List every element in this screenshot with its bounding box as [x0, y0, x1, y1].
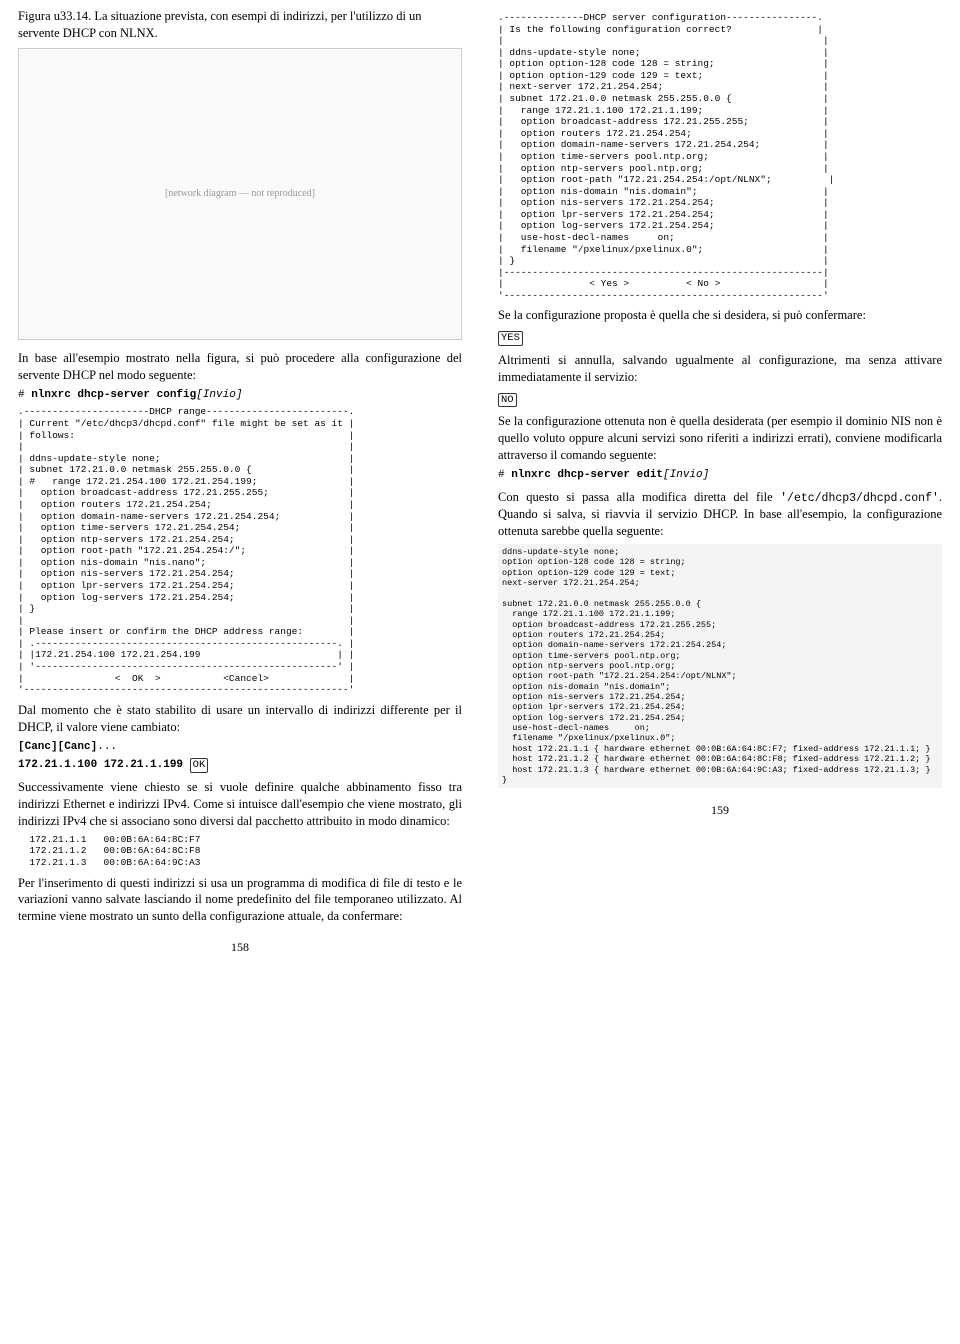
- dhcp-range-dialog: .----------------------DHCP range-------…: [18, 406, 462, 695]
- command-range: 172.21.1.100 172.21.1.199 OK: [18, 758, 462, 773]
- diagram-label: [network diagram — not reproduced]: [165, 187, 315, 201]
- sent-a: Con questo si passa alla modifica dirett…: [498, 490, 780, 504]
- command-line-edit: # nlnxrc dhcp-server edit[Invio]: [498, 468, 942, 483]
- para-file: Con questo si passa alla modifica dirett…: [498, 489, 942, 540]
- para-mac: Successivamente viene chiesto se si vuol…: [18, 779, 462, 830]
- prompt-hash-2: #: [498, 469, 511, 481]
- para-intro: In base all'esempio mostrato nella figur…: [18, 350, 462, 384]
- para-yes: Se la configurazione proposta è quella c…: [498, 307, 942, 324]
- left-column: Figura u33.14. La situazione prevista, c…: [0, 0, 480, 975]
- ok-key: OK: [190, 758, 209, 773]
- figure-caption: Figura u33.14. La situazione prevista, c…: [18, 8, 462, 42]
- command-line-1: # nlnxrc dhcp-server config[Invio]: [18, 388, 462, 403]
- para-no: Altrimenti si annulla, salvando ugualmen…: [498, 352, 942, 386]
- cmd1-text: nlnxrc dhcp-server config: [31, 389, 196, 401]
- ellipsis: ...: [97, 741, 117, 753]
- prompt-hash: #: [18, 389, 31, 401]
- mac-table: 172.21.1.1 00:0B:6A:64:8C:F7 172.21.1.2 …: [18, 834, 462, 869]
- dhcp-confirm-dialog: .--------------DHCP server configuration…: [498, 12, 942, 301]
- file-path: '/etc/dhcp3/dhcpd.conf': [780, 492, 939, 505]
- network-diagram: [network diagram — not reproduced]: [18, 48, 462, 340]
- cmd3-text: nlnxrc dhcp-server edit: [511, 469, 663, 481]
- right-column: .--------------DHCP server configuration…: [480, 0, 960, 975]
- para-edit: Se la configurazione ottenuta non è quel…: [498, 413, 942, 464]
- command-canc: [Canc][Canc]...: [18, 740, 462, 755]
- range-text: 172.21.1.100 172.21.1.199: [18, 759, 183, 771]
- page-number-right: 159: [498, 802, 942, 818]
- para-confirm: Per l'inserimento di questi indirizzi si…: [18, 875, 462, 926]
- yes-key: YES: [498, 331, 523, 346]
- para-change: Dal momento che è stato stabilito di usa…: [18, 702, 462, 736]
- page-number-left: 158: [18, 939, 462, 955]
- final-config-listing: ddns-update-style none; option option-12…: [498, 544, 942, 788]
- invio-1: [Invio]: [196, 389, 242, 401]
- no-key: NO: [498, 393, 517, 408]
- canc-keys: [Canc][Canc]: [18, 741, 97, 753]
- invio-2: [Invio]: [663, 469, 709, 481]
